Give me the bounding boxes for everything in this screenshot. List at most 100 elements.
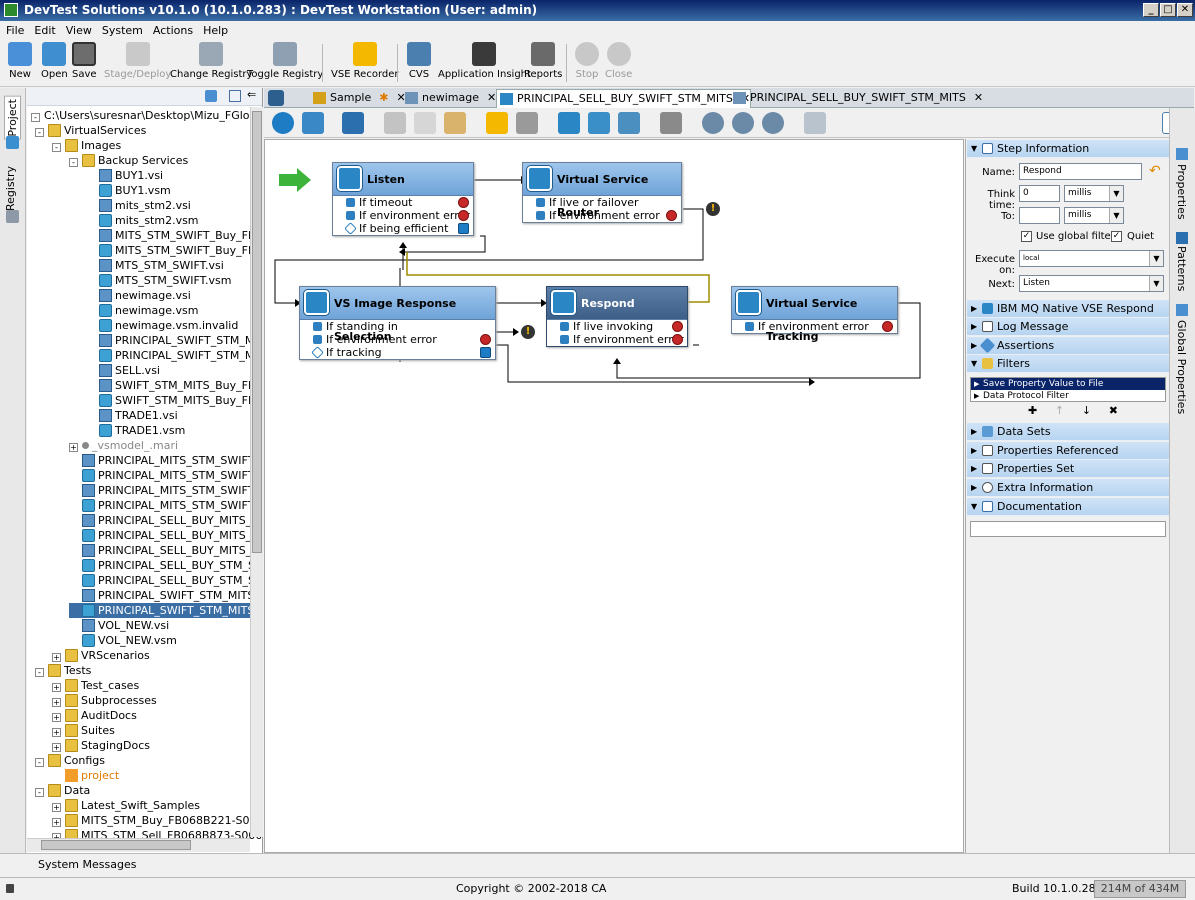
quiet-checkbox[interactable]: ✓ (1111, 231, 1122, 242)
reports-button[interactable]: Reports (524, 42, 562, 80)
tree-folder[interactable]: + Latest_Swift_Samples (52, 798, 200, 813)
delete-filter-button[interactable]: ✖ (1109, 404, 1118, 417)
move-up-button[interactable]: ↑ (1055, 404, 1064, 417)
section-properties-referenced[interactable]: ▶ Properties Referenced (967, 442, 1169, 460)
tab-global-properties[interactable]: Global Properties (1175, 320, 1188, 414)
tab-registry[interactable]: Registry (4, 166, 17, 211)
tree-file[interactable]: PRINCIPAL_SWIFT_STM_MITS.vs (69, 588, 262, 603)
menu-help[interactable]: Help (203, 24, 228, 37)
name-field[interactable]: Respond (1019, 163, 1142, 180)
tab-newimage[interactable]: newimage ✕ (402, 89, 496, 108)
expand-toggle-icon[interactable]: + (52, 728, 61, 737)
maximize-panel-icon[interactable] (229, 90, 241, 102)
expand-toggle-icon[interactable]: + (52, 803, 61, 812)
section-ibm-mq-respond[interactable]: ▶ IBM MQ Native VSE Respond (967, 300, 1169, 318)
tree-file[interactable]: PRINCIPAL_SELL_BUY_STM_SWII (69, 558, 262, 573)
tree-folder[interactable]: - Data (35, 783, 90, 798)
new-button[interactable]: New (8, 42, 32, 80)
tree-file[interactable]: + _vsmodel_.mari (69, 438, 178, 453)
expand-toggle-icon[interactable]: - (35, 758, 44, 767)
tree-file[interactable]: MTS_STM_SWIFT.vsm (86, 273, 232, 288)
delete-icon[interactable] (302, 112, 324, 134)
tree-file[interactable]: MITS_STM_SWIFT_Buy_FB06 (86, 243, 262, 258)
expand-toggle-icon[interactable]: + (52, 818, 61, 827)
tree-file[interactable]: PRINCIPAL_MITS_STM_SWIFT_V (69, 498, 262, 513)
vse-recorder-button[interactable]: VSE Recorder (331, 42, 399, 80)
tree-file[interactable]: PRINCIPAL_SELL_BUY_MITS_STM (69, 543, 262, 558)
expand-toggle-icon[interactable]: + (52, 698, 61, 707)
tree-file[interactable]: BUY1.vsi (86, 168, 163, 183)
script-icon[interactable] (516, 112, 538, 134)
step-vs-image-response-selection[interactable]: VS Image Response Selection If standing … (299, 286, 496, 360)
paste-icon[interactable] (444, 112, 466, 134)
step-respond[interactable]: Respond If live invoking If environment … (546, 286, 688, 347)
add-filter-button[interactable]: ✚ (1028, 404, 1037, 417)
think-time-field[interactable]: 0 (1019, 185, 1060, 202)
to-time-field[interactable] (1019, 207, 1060, 224)
tree-folder[interactable]: - Tests (35, 663, 91, 678)
list-icon[interactable] (660, 112, 682, 134)
tree-folder[interactable]: - Backup Services (69, 153, 188, 168)
use-global-filters-checkbox[interactable]: ✓ (1021, 231, 1032, 242)
tree-file[interactable]: MITS_STM_SWIFT_Buy_FB06 (86, 228, 262, 243)
refresh-icon[interactable] (618, 112, 640, 134)
execute-on-select[interactable]: local ▼ (1019, 250, 1164, 267)
step-branch[interactable]: If environment error (523, 209, 681, 222)
tree-file[interactable]: project (52, 768, 119, 783)
section-filters[interactable]: ▼ Filters (967, 355, 1169, 373)
tree-folder[interactable]: + AuditDocs (52, 708, 137, 723)
step-branch[interactable]: If environment error (547, 333, 687, 346)
print-icon[interactable] (804, 112, 826, 134)
tab-patterns[interactable]: Patterns (1175, 246, 1188, 291)
tree-folder[interactable]: - Configs (35, 753, 105, 768)
expand-toggle-icon[interactable]: - (35, 788, 44, 797)
tree-folder[interactable]: + MITS_STM_Buy_FB068B221-S00585 (52, 813, 262, 828)
tree-file[interactable]: SWIFT_STM_MITS_Buy_FB06 (86, 393, 262, 408)
tab-principal-sell-buy-active[interactable]: PRINCIPAL_SELL_BUY_SWIFT_STM_MITS✕ (496, 89, 752, 108)
tree-file[interactable]: PRINCIPAL_SWIFT_STM_MITS.vs (69, 603, 262, 618)
tree-folder[interactable]: - VirtualServices (35, 123, 146, 138)
menu-view[interactable]: View (66, 24, 92, 37)
step-branch[interactable]: If timeout (333, 196, 473, 209)
tree-file[interactable]: newimage.vsm (86, 303, 198, 318)
tree-folder[interactable]: + StagingDocs (52, 738, 150, 753)
menu-actions[interactable]: Actions (153, 24, 193, 37)
gear-icon[interactable] (558, 112, 580, 134)
step-branch[interactable]: If live or failover (523, 196, 681, 209)
close-tab-icon[interactable]: ✕ (487, 91, 496, 104)
section-assertions[interactable]: ▶ Assertions (967, 337, 1169, 355)
stage-deploy-button[interactable]: Stage/Deploy (104, 42, 171, 80)
tree-root-path[interactable]: -C:\Users\suresnar\Desktop\Mizu_FGloss\F… (31, 108, 262, 123)
expand-toggle-icon[interactable]: - (35, 128, 44, 137)
tree-file[interactable]: PRINCIPAL_MITS_STM_SWIFT.vs (69, 453, 262, 468)
expand-toggle-icon[interactable]: + (52, 713, 61, 722)
menu-system[interactable]: System (102, 24, 143, 37)
tab-properties[interactable]: Properties (1175, 164, 1188, 220)
add-step-icon[interactable] (272, 112, 294, 134)
menu-edit[interactable]: Edit (34, 24, 55, 37)
tree-horizontal-scrollbar[interactable] (27, 838, 250, 852)
section-extra-information[interactable]: ▶ Extra Information (967, 479, 1169, 497)
lightning-icon[interactable] (486, 112, 508, 134)
zoom-out-icon[interactable] (762, 112, 784, 134)
expand-toggle-icon[interactable]: - (69, 158, 78, 167)
undo-icon[interactable]: ↶ (1149, 163, 1161, 179)
filter-item[interactable]: ▶ Save Property Value to File (971, 378, 1165, 390)
cvs-button[interactable]: CVS (407, 42, 431, 80)
tree-file[interactable]: newimage.vsi (86, 288, 191, 303)
step-branch[interactable]: If standing in (300, 320, 495, 333)
toggle-registry-button[interactable]: Toggle Registry (247, 42, 323, 80)
tree-folder[interactable]: + VRScenarios (52, 648, 150, 663)
tree-folder[interactable]: - Images (52, 138, 121, 153)
tab-principal-sell-buy[interactable]: PRINCIPAL_SELL_BUY_SWIFT_STM_MITS ✕ (730, 89, 983, 108)
memory-indicator[interactable]: 214M of 434M (1094, 880, 1186, 898)
tree-file[interactable]: SWIFT_STM_MITS_Buy_FB06 (86, 378, 262, 393)
copy-icon[interactable] (414, 112, 436, 134)
tree-vertical-scrollbar[interactable] (250, 107, 263, 837)
section-properties-set[interactable]: ▶ Properties Set (967, 460, 1169, 478)
step-branch[interactable]: If environment error (333, 209, 473, 222)
expand-toggle-icon[interactable]: + (52, 683, 61, 692)
tab-project[interactable]: Project (4, 96, 21, 140)
expand-toggle-icon[interactable]: - (35, 668, 44, 677)
tree-file[interactable]: PRINCIPAL_SWIFT_STM_MIT (86, 333, 262, 348)
